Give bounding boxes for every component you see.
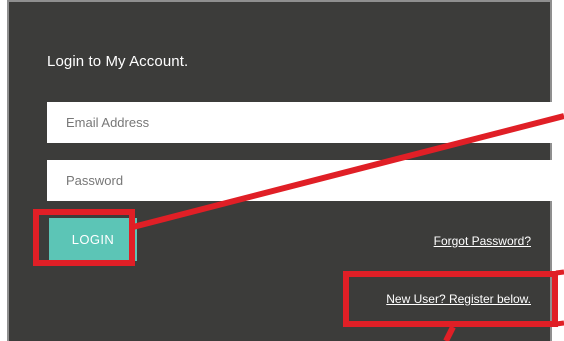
password-input[interactable] xyxy=(47,160,555,201)
pointer-line-register-top xyxy=(555,269,564,276)
login-button[interactable]: LOGIN xyxy=(49,218,137,261)
email-address-input[interactable] xyxy=(47,102,555,143)
pointer-line-register-bottom xyxy=(555,320,564,327)
login-title: Login to My Account. xyxy=(47,53,189,70)
forgot-password-link[interactable]: Forgot Password? xyxy=(434,234,531,248)
screenshot-frame: Login to My Account. LOGIN Forgot Passwo… xyxy=(0,0,564,341)
login-panel: Login to My Account. LOGIN Forgot Passwo… xyxy=(7,0,555,341)
register-link[interactable]: New User? Register below. xyxy=(386,292,531,306)
